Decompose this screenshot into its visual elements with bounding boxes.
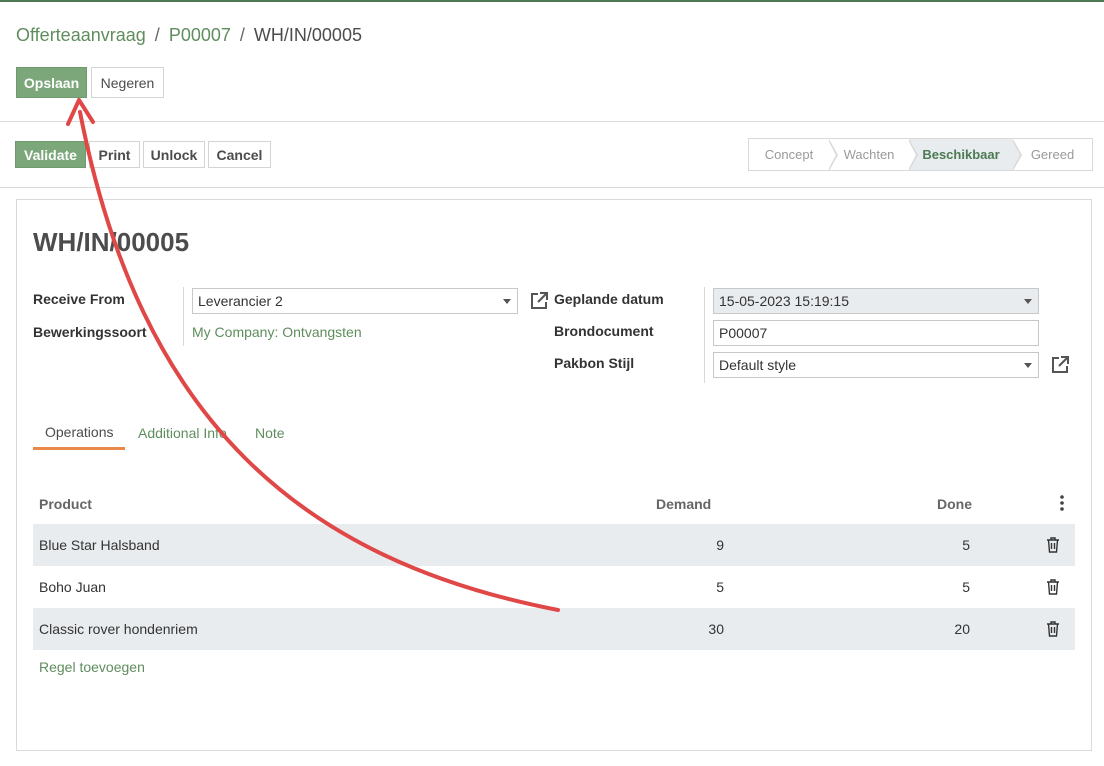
stage-label: Wachten bbox=[843, 147, 895, 162]
slip-style-value: Default style bbox=[719, 357, 797, 373]
scheduled-date-field[interactable]: 15-05-2023 15:19:15 bbox=[713, 288, 1039, 314]
form-sheet bbox=[16, 199, 1092, 751]
stage-available[interactable]: Beschikbaar bbox=[909, 139, 1022, 171]
product-cell: Classic rover hondenriem bbox=[39, 621, 198, 637]
stage-done[interactable]: Gereed bbox=[1013, 139, 1092, 170]
unlock-button[interactable]: Unlock bbox=[143, 141, 205, 168]
stage-chevron bbox=[828, 139, 838, 171]
slip-style-label: Pakbon Stijl bbox=[554, 355, 635, 371]
tab-operations[interactable]: Operations bbox=[45, 424, 113, 440]
caret-down-icon bbox=[1024, 363, 1032, 368]
vertical-dots-icon[interactable] bbox=[1060, 495, 1064, 511]
breadcrumb-current: WH/IN/00005 bbox=[253, 25, 362, 45]
receive-from-select[interactable]: Leverancier 2 bbox=[192, 288, 518, 314]
trash-icon[interactable] bbox=[1046, 537, 1060, 553]
control-panel-divider bbox=[0, 121, 1104, 122]
save-button[interactable]: Opslaan bbox=[16, 67, 87, 98]
done-cell: 5 bbox=[962, 537, 970, 553]
active-tab-indicator bbox=[33, 447, 125, 450]
tab-additional-info[interactable]: Additional Info bbox=[138, 425, 227, 441]
table-row[interactable]: Classic rover hondenriem 30 20 bbox=[33, 608, 1075, 650]
operation-type-link[interactable]: My Company: Ontvangsten bbox=[192, 324, 362, 340]
breadcrumb-item-po[interactable]: P00007 bbox=[169, 25, 231, 45]
field-divider bbox=[704, 287, 705, 383]
slip-style-select[interactable]: Default style bbox=[713, 352, 1039, 378]
trash-icon[interactable] bbox=[1046, 579, 1060, 595]
trash-icon[interactable] bbox=[1046, 621, 1060, 637]
operation-type-label: Bewerkingssoort bbox=[33, 324, 147, 340]
tab-note[interactable]: Note bbox=[255, 425, 285, 441]
breadcrumb-separator: / bbox=[239, 25, 245, 45]
record-title: WH/IN/00005 bbox=[33, 227, 190, 257]
statusbar-divider bbox=[0, 187, 1104, 188]
done-cell: 5 bbox=[962, 579, 970, 595]
external-link-icon[interactable] bbox=[1050, 355, 1070, 375]
top-accent-line bbox=[0, 0, 1104, 2]
discard-button[interactable]: Negeren bbox=[91, 67, 164, 98]
receive-from-value: Leverancier 2 bbox=[198, 293, 283, 309]
source-document-input[interactable]: P00007 bbox=[713, 320, 1039, 346]
stage-label: Concept bbox=[764, 147, 814, 162]
stage-waiting[interactable]: Wachten bbox=[829, 139, 918, 171]
caret-down-icon bbox=[1024, 299, 1032, 304]
cancel-button[interactable]: Cancel bbox=[208, 141, 271, 168]
stage-label: Gereed bbox=[1030, 147, 1075, 162]
stage-concept[interactable]: Concept bbox=[749, 139, 838, 171]
table-row[interactable]: Boho Juan 5 5 bbox=[33, 566, 1075, 608]
status-bar: Concept Wachten Beschikbaar Gereed bbox=[748, 138, 1093, 171]
field-divider bbox=[183, 287, 184, 346]
stage-label: Beschikbaar bbox=[922, 147, 1000, 162]
caret-down-icon bbox=[503, 299, 511, 304]
stage-chevron bbox=[1012, 139, 1022, 171]
receive-from-label: Receive From bbox=[33, 291, 125, 307]
demand-cell: 9 bbox=[716, 537, 724, 553]
breadcrumb: Offerteaanvraag / P00007 / WH/IN/00005 bbox=[16, 25, 362, 46]
breadcrumb-item-rfq[interactable]: Offerteaanvraag bbox=[16, 25, 146, 45]
external-link-icon[interactable] bbox=[529, 291, 549, 311]
table-row[interactable]: Blue Star Halsband 9 5 bbox=[33, 524, 1075, 566]
demand-cell: 30 bbox=[708, 621, 724, 637]
product-cell: Blue Star Halsband bbox=[39, 537, 160, 553]
scheduled-date-label: Geplande datum bbox=[554, 291, 664, 307]
stage-chevron bbox=[908, 139, 918, 171]
print-button[interactable]: Print bbox=[89, 141, 140, 168]
column-header-done[interactable]: Done bbox=[937, 496, 972, 512]
source-document-label: Brondocument bbox=[554, 323, 654, 339]
validate-button[interactable]: Validate bbox=[15, 141, 86, 168]
column-header-product[interactable]: Product bbox=[39, 496, 92, 512]
source-document-value: P00007 bbox=[719, 325, 768, 341]
column-header-demand[interactable]: Demand bbox=[656, 496, 711, 512]
breadcrumb-separator: / bbox=[154, 25, 160, 45]
demand-cell: 5 bbox=[716, 579, 724, 595]
done-cell: 20 bbox=[954, 621, 970, 637]
product-cell: Boho Juan bbox=[39, 579, 106, 595]
scheduled-date-value: 15-05-2023 15:19:15 bbox=[719, 293, 849, 309]
add-line-link[interactable]: Regel toevoegen bbox=[39, 659, 145, 675]
